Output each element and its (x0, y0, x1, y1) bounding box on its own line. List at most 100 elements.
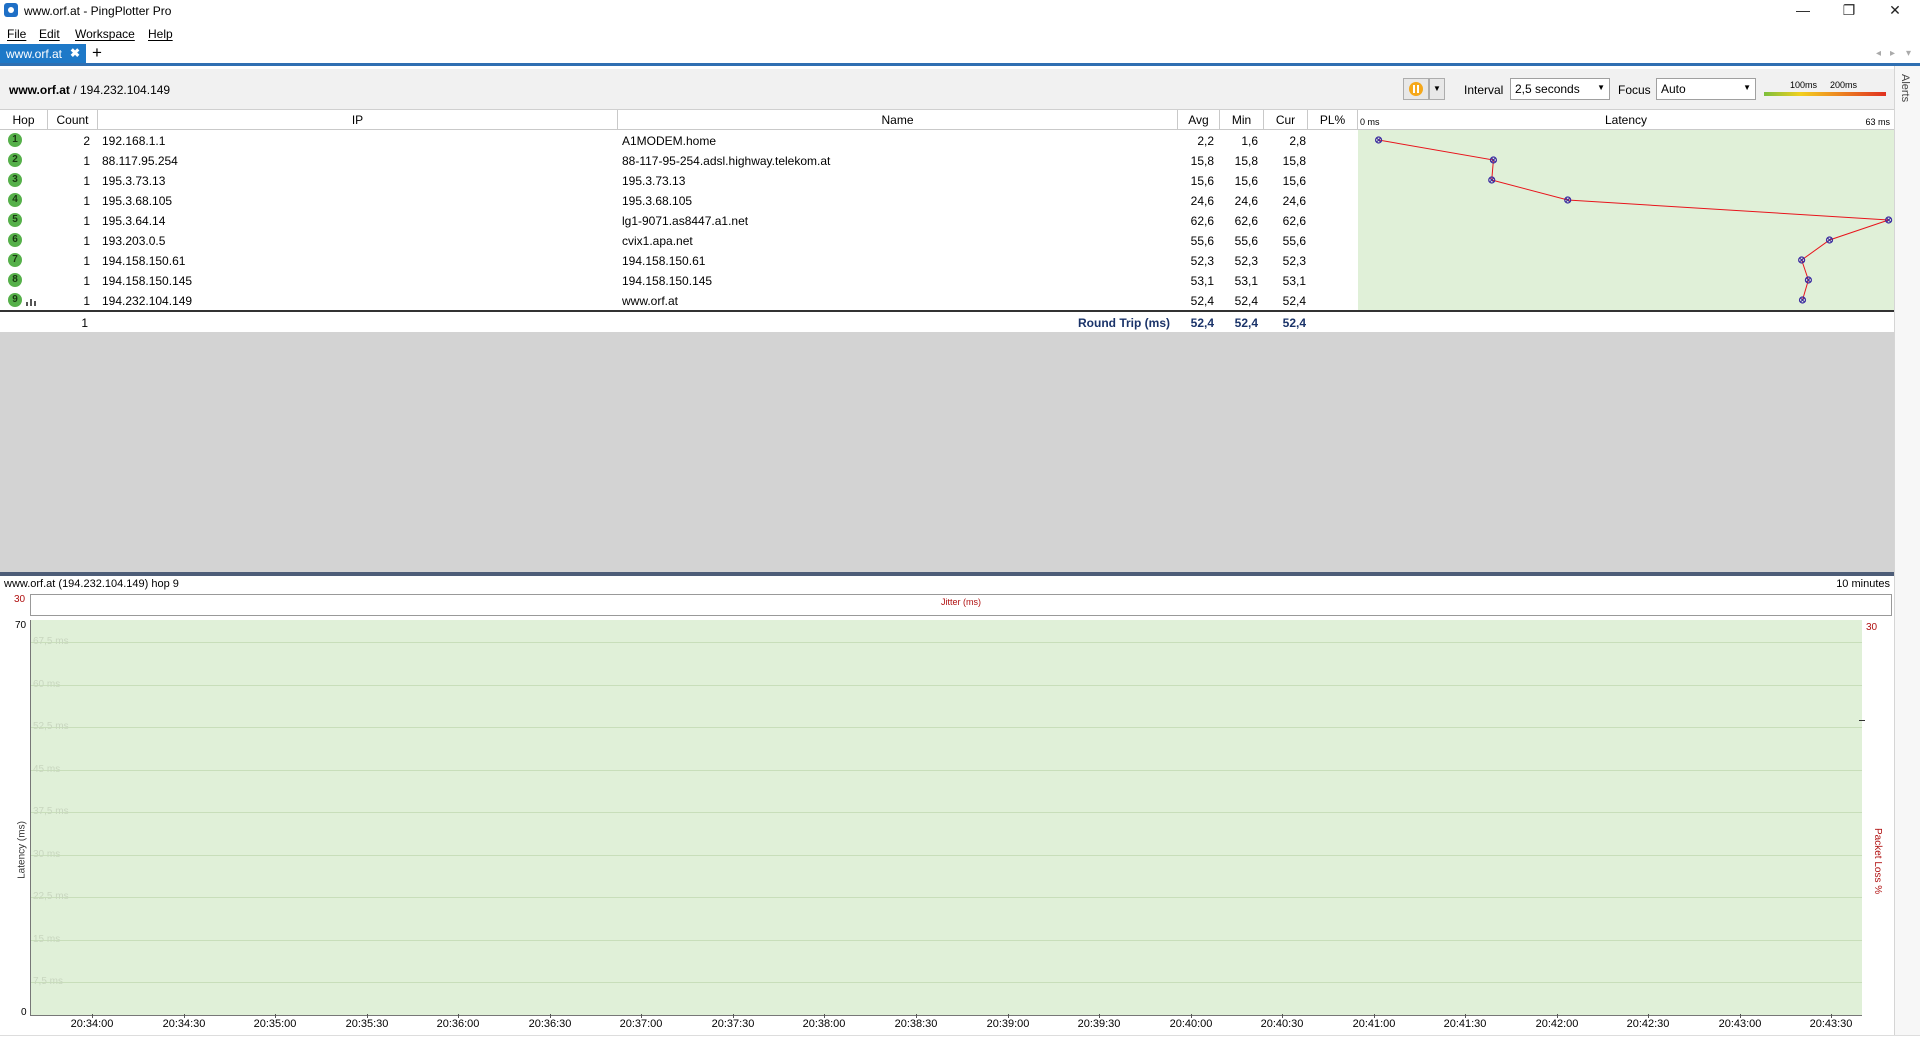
latency-title: Latency (1604, 113, 1648, 127)
tab-strip: www.orf.at ✖ + ◂ ▸ ▾ (0, 43, 1920, 66)
latency-max-label: 63 ms (1865, 117, 1890, 127)
grid-line (31, 727, 1862, 728)
hop-ip: 194.232.104.149 (102, 294, 193, 308)
menu-file[interactable]: File (7, 27, 26, 41)
add-tab-button[interactable]: + (92, 43, 102, 63)
col-ip[interactable]: IP (98, 110, 618, 130)
col-cur[interactable]: Cur (1264, 110, 1308, 130)
round-trip-row: 1 Round Trip (ms) 52,4 52,4 52,4 (0, 310, 1894, 332)
hop-count: 1 (83, 214, 90, 228)
hop-count: 1 (83, 294, 90, 308)
col-count[interactable]: Count (48, 110, 98, 130)
tab-list-icon[interactable]: ▾ (1906, 48, 1911, 59)
col-pl[interactable]: PL% (1308, 110, 1358, 130)
timeline-title: www.orf.at (194.232.104.149) hop 9 (4, 578, 179, 590)
target-header: www.orf.at / 194.232.104.149 ▼ Interval … (0, 69, 1894, 110)
minimize-button[interactable]: — (1780, 0, 1826, 22)
hop-name: 195.3.73.13 (622, 174, 686, 188)
hop-min: 15,8 (1234, 154, 1258, 168)
col-min[interactable]: Min (1220, 110, 1264, 130)
x-tick-label: 20:35:30 (345, 1018, 389, 1030)
interval-label: Interval (1464, 83, 1504, 97)
hop-name: 88-117-95-254.adsl.highway.telekom.at (622, 154, 831, 168)
col-hop[interactable]: Hop (0, 110, 48, 130)
alerts-panel[interactable] (1894, 66, 1920, 1040)
round-trip-avg: 52,4 (1190, 316, 1214, 330)
grid-label: 45 ms (33, 764, 61, 775)
hop-ip: 195.3.68.105 (102, 194, 173, 208)
hop-name: 194.158.150.61 (622, 254, 706, 268)
table-row[interactable]: 7 1 194.158.150.61 194.158.150.61 52,3 52,3 52… (0, 250, 1358, 270)
table-row[interactable]: 5 1 195.3.64.14 lg1-9071.as8447.a1.net 62,6 6… (0, 210, 1358, 230)
table-row[interactable]: 1 2 192.168.1.1 A1MODEM.home 2,2 1,6 2,8 (0, 130, 1358, 150)
grid-line (31, 812, 1862, 813)
latency-graph-header: 0 ms Latency 63 ms (1358, 110, 1894, 130)
hop-name: 195.3.68.105 (622, 194, 693, 208)
x-tick-label: 20:38:30 (894, 1018, 938, 1030)
col-name[interactable]: Name (618, 110, 1178, 130)
alerts-label[interactable]: Alerts (1899, 74, 1911, 102)
hop-min: 55,6 (1234, 234, 1258, 248)
jitter-graph: Jitter (ms) (30, 594, 1892, 616)
hop-badge: 8 (8, 273, 22, 287)
grid-label: 22,5 ms (33, 891, 69, 902)
menu-edit[interactable]: Edit (39, 27, 60, 41)
menu-help[interactable]: Help (148, 27, 173, 41)
window-title: www.orf.at - PingPlotter Pro (24, 4, 172, 18)
table-row[interactable]: 8 1 194.158.150.145 194.158.150.145 53,1 53,1… (0, 270, 1358, 290)
scroll-right-icon[interactable]: ▸ (1890, 48, 1895, 59)
hop-badge: 4 (8, 193, 22, 207)
table-row[interactable]: 3 1 195.3.73.13 195.3.73.13 15,6 15,6 15,6 (0, 170, 1358, 190)
table-row[interactable]: 2 1 88.117.95.254 88-117-95-254.adsl.highwa… (0, 150, 1358, 170)
timeline-graph[interactable]: 67,5 ms 60 ms 52,5 ms 45 ms 37,5 ms 30 ms 22,5… (30, 620, 1865, 1016)
grid-line (31, 855, 1862, 856)
hop-min: 24,6 (1234, 194, 1258, 208)
pause-button[interactable] (1403, 78, 1429, 100)
hop-ip: 194.158.150.145 (102, 274, 193, 288)
tab-label: www.orf.at (6, 47, 63, 61)
col-avg[interactable]: Avg (1178, 110, 1220, 130)
hop-name: 194.158.150.145 (622, 274, 713, 288)
hop-badge: 5 (8, 213, 22, 227)
hop-count: 2 (83, 134, 90, 148)
x-tick-label: 20:43:00 (1718, 1018, 1762, 1030)
jitter-max-label: 30 (14, 594, 26, 605)
x-tick-label: 20:40:00 (1169, 1018, 1213, 1030)
hop-count: 1 (83, 194, 90, 208)
packet-loss-max-label: 30 (1866, 622, 1878, 633)
hop-cur: 62,6 (1282, 214, 1306, 228)
menu-workspace[interactable]: Workspace (75, 27, 135, 41)
x-tick-label: 20:39:30 (1077, 1018, 1121, 1030)
hop-min: 15,6 (1234, 174, 1258, 188)
hop-avg: 15,8 (1190, 154, 1214, 168)
bar-chart-icon[interactable] (26, 297, 38, 306)
x-tick-label: 20:43:30 (1809, 1018, 1853, 1030)
hop-avg: 24,6 (1190, 194, 1214, 208)
latency-graph[interactable]: 0 ms Latency 63 ms (1358, 110, 1894, 310)
close-button[interactable]: ✕ (1872, 0, 1918, 22)
interval-select[interactable]: 2,5 seconds ▼ (1510, 78, 1610, 100)
chevron-down-icon: ▼ (1597, 83, 1605, 92)
grid-label: 67,5 ms (33, 636, 69, 647)
packet-loss-axis-label: Packet Loss % (1872, 828, 1883, 895)
pause-dropdown[interactable]: ▼ (1429, 78, 1445, 100)
restore-button[interactable]: ❐ (1826, 0, 1872, 22)
focus-select[interactable]: Auto ▼ (1656, 78, 1756, 100)
hop-ip: 192.168.1.1 (102, 134, 166, 148)
x-tick-label: 20:39:00 (986, 1018, 1030, 1030)
tab-close-icon[interactable]: ✖ (70, 46, 80, 60)
pause-icon (1409, 82, 1423, 96)
x-tick-label: 20:34:30 (162, 1018, 206, 1030)
scale-100-label: 100ms (1790, 80, 1818, 90)
tab-orf[interactable]: www.orf.at ✖ (0, 44, 86, 63)
table-row[interactable]: 4 1 195.3.68.105 195.3.68.105 24,6 24,6 24,6 (0, 190, 1358, 210)
latency-scale-bar (1764, 92, 1886, 96)
hop-badge: 7 (8, 253, 22, 267)
scroll-left-icon[interactable]: ◂ (1876, 48, 1881, 59)
grid-label: 60 ms (33, 679, 61, 690)
x-tick-label: 20:37:00 (619, 1018, 663, 1030)
hop-badge: 6 (8, 233, 22, 247)
table-row[interactable]: 6 1 193.203.0.5 cvix1.apa.net 55,6 55,6 55,6 (0, 230, 1358, 250)
table-row[interactable]: 9 1 194.232.104.149 www.orf.at 52,4 52,4 52,4 (0, 290, 1358, 310)
timeline-range[interactable]: 10 minutes (1836, 578, 1890, 590)
